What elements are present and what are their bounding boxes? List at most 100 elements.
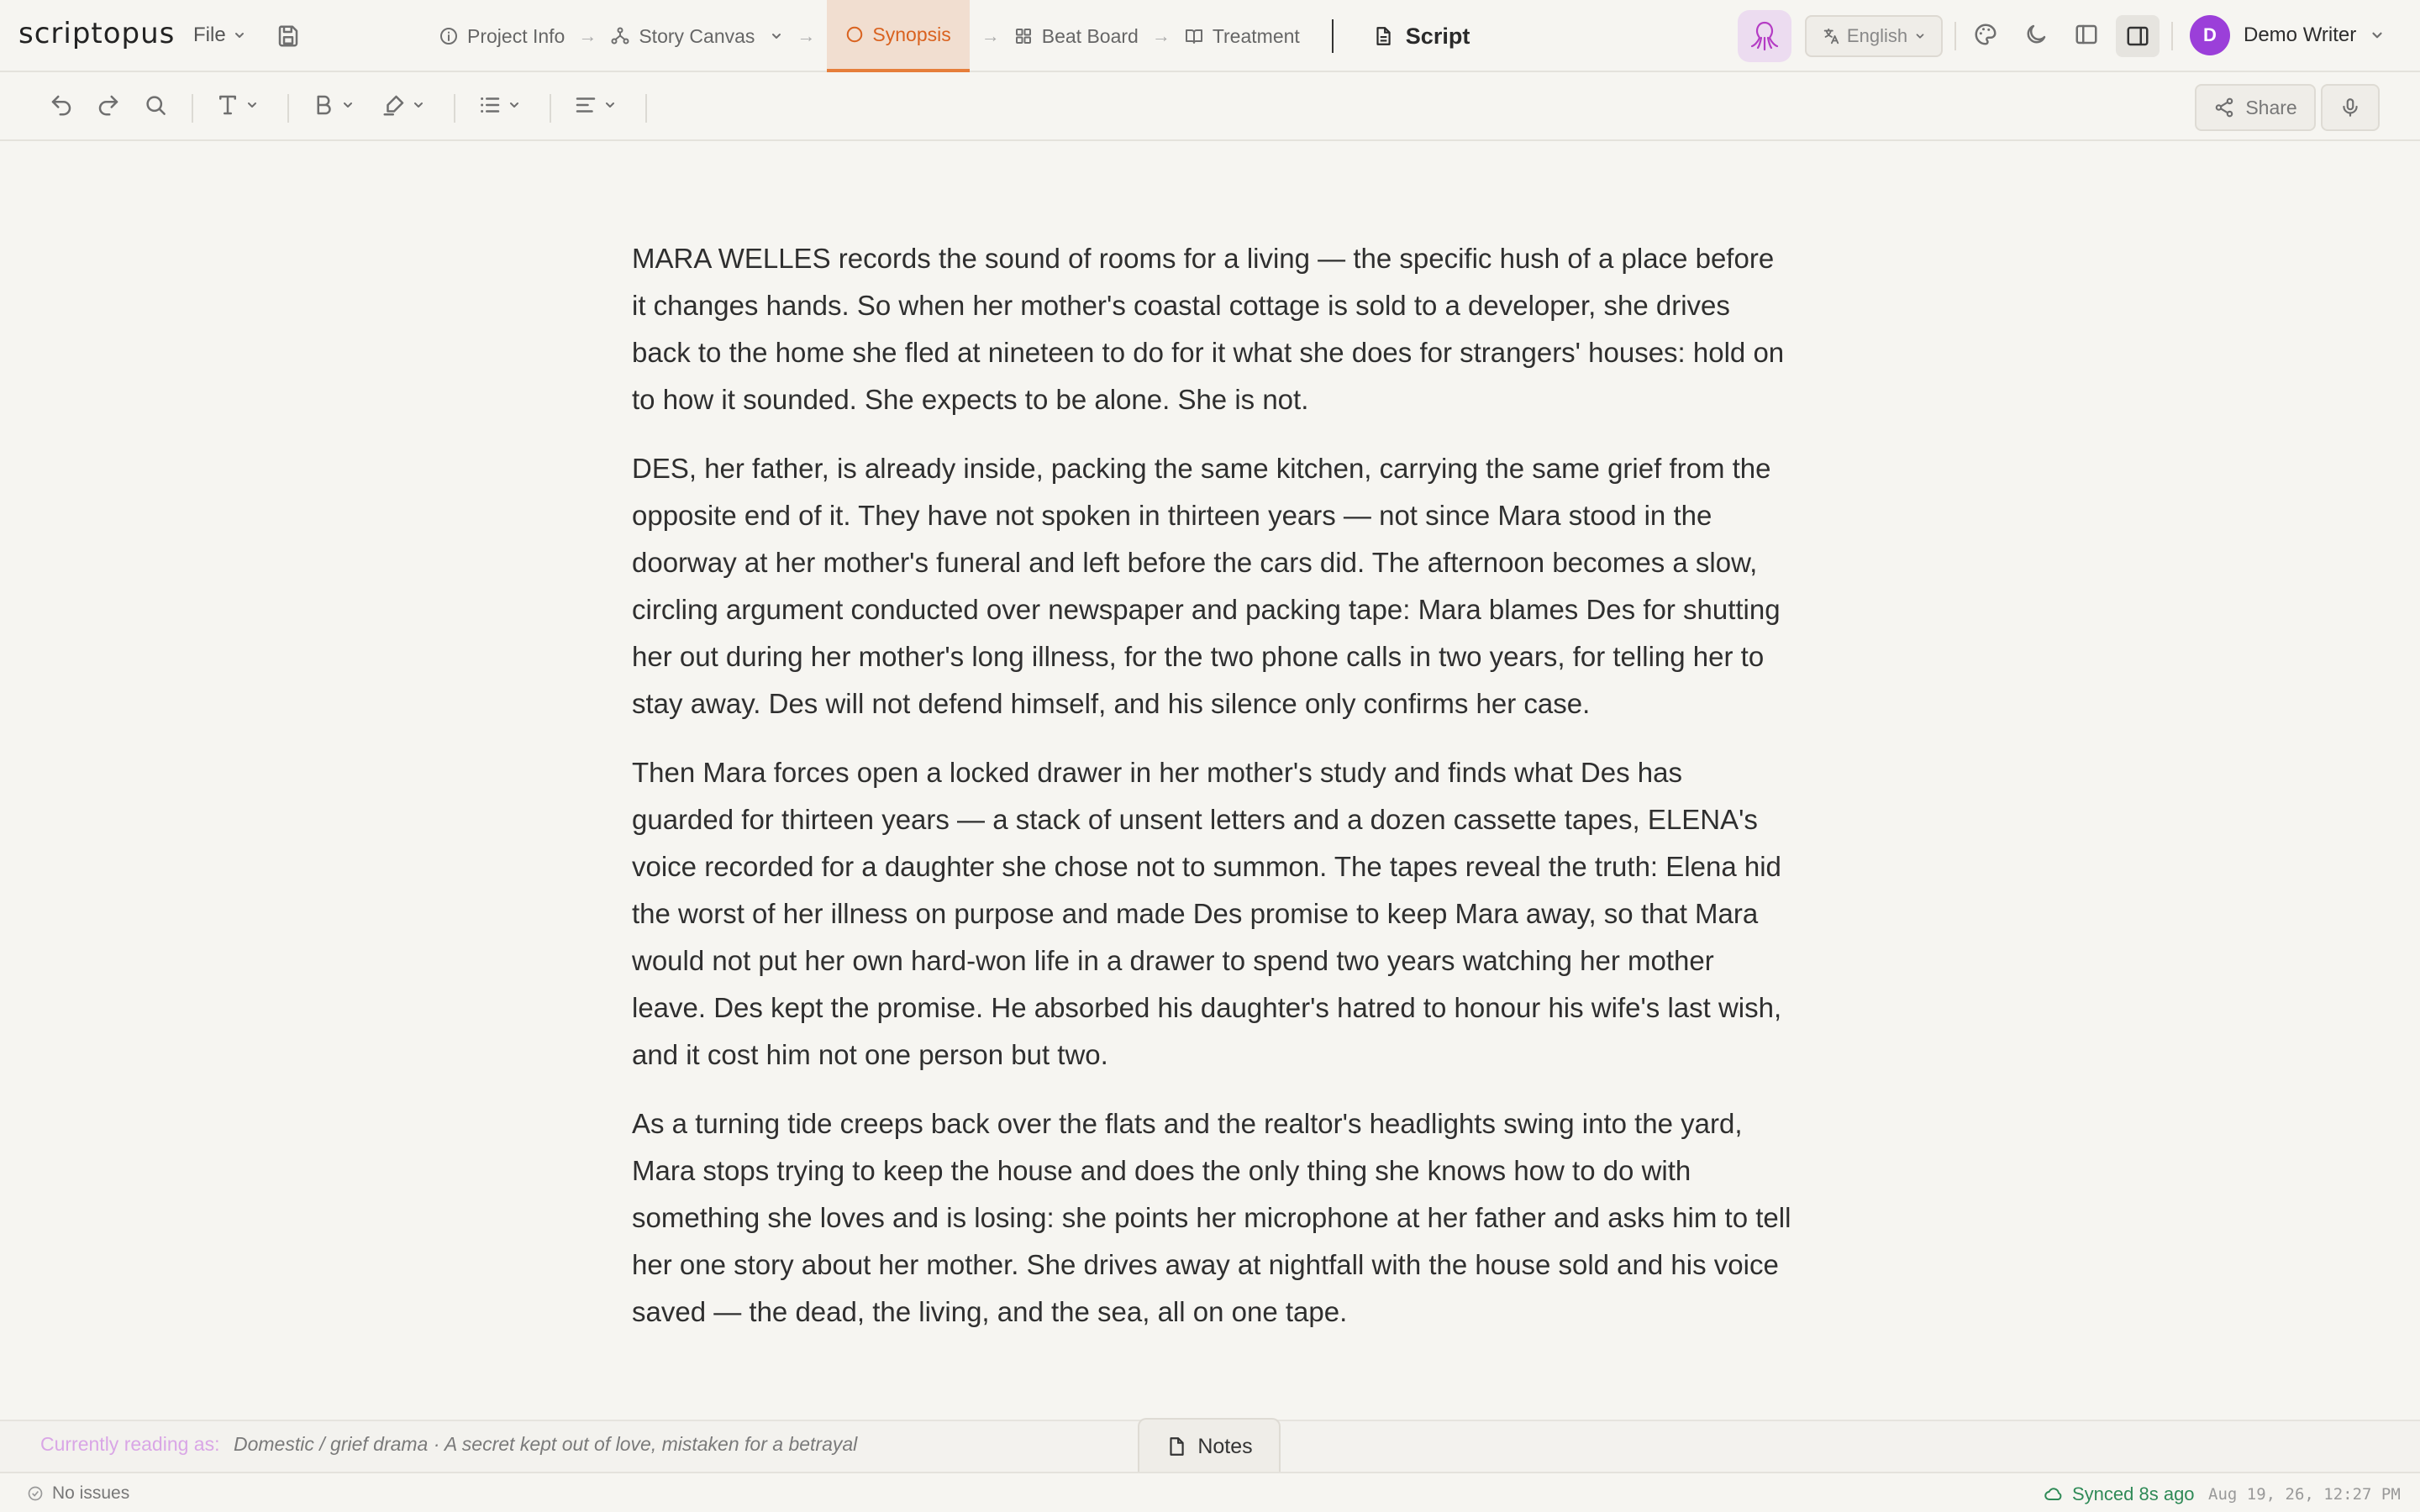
highlighter-icon xyxy=(383,95,404,116)
editor-toolbar: Share xyxy=(0,74,2420,141)
sidebar-right-icon xyxy=(2127,26,2149,46)
tab-beat-board[interactable]: Beat Board xyxy=(1012,0,1140,72)
workflow-arrow: → xyxy=(797,25,816,46)
share-icon xyxy=(2216,97,2233,118)
document-icon xyxy=(1376,27,1391,45)
text-style-dropdown[interactable] xyxy=(215,92,259,118)
cloud-icon xyxy=(2044,1488,2062,1500)
octopus-icon xyxy=(1750,21,1779,51)
app-logo[interactable]: scriptopus xyxy=(18,17,175,50)
avatar: D xyxy=(2190,15,2230,55)
chevron-down-icon xyxy=(234,33,244,38)
chevron-down-icon xyxy=(414,102,423,108)
tab-label: Project Info xyxy=(467,24,566,47)
dark-mode-toggle[interactable] xyxy=(2023,22,2049,47)
workflow-nav: Project Info → Story Canvas → Synopsis →… xyxy=(437,0,1470,72)
top-bar: scriptopus File Project Info → Story Can… xyxy=(0,0,2420,72)
save-button[interactable] xyxy=(276,24,301,49)
undo-button[interactable] xyxy=(49,92,74,118)
chevron-down-icon xyxy=(772,34,781,39)
align-dropdown[interactable] xyxy=(573,92,617,118)
undo-icon xyxy=(51,95,71,116)
chevron-down-icon xyxy=(248,102,256,108)
check-circle-icon xyxy=(28,1486,43,1501)
list-icon xyxy=(481,97,500,113)
divider xyxy=(645,94,647,123)
align-left-icon xyxy=(576,97,596,113)
sync-status: Synced 8s ago xyxy=(2044,1483,2195,1505)
book-icon xyxy=(1185,29,1202,44)
tab-treatment[interactable]: Treatment xyxy=(1182,0,1302,72)
save-icon xyxy=(278,25,298,47)
network-icon xyxy=(611,27,629,45)
divider xyxy=(1954,22,1956,50)
tab-story-canvas[interactable]: Story Canvas xyxy=(608,0,785,72)
divider xyxy=(550,94,551,123)
language-label: English xyxy=(1846,25,1908,46)
tab-label: Synopsis xyxy=(872,23,951,45)
synopsis-paragraph[interactable]: DES, her father, is already inside, pack… xyxy=(632,445,1791,727)
divider xyxy=(1331,19,1334,53)
file-menu[interactable]: File xyxy=(193,24,246,47)
theme-palette-button[interactable] xyxy=(1973,22,1998,47)
tab-script[interactable]: Script xyxy=(1372,24,1470,50)
synopsis-paragraph[interactable]: MARA WELLES records the sound of rooms f… xyxy=(632,235,1791,423)
status-bar: No issues Synced 8s ago Aug 19, 26, 12:2… xyxy=(0,1472,2420,1512)
synopsis-paragraph[interactable]: Then Mara forces open a locked drawer in… xyxy=(632,749,1791,1079)
notes-label: Notes xyxy=(1197,1434,1253,1458)
find-button[interactable] xyxy=(143,92,168,118)
microphone-icon xyxy=(2343,98,2358,117)
workflow-arrow: → xyxy=(981,25,1000,46)
language-select[interactable]: English xyxy=(1805,15,1943,57)
search-icon xyxy=(146,96,166,115)
sync-label: Synced 8s ago xyxy=(2072,1483,2195,1504)
chevron-down-icon xyxy=(606,102,614,108)
issues-label: No issues xyxy=(52,1483,130,1503)
left-panel-toggle[interactable] xyxy=(2074,22,2099,47)
assistant-button[interactable] xyxy=(1738,10,1791,62)
divider xyxy=(454,94,455,123)
file-icon xyxy=(1170,1437,1185,1456)
right-panel-toggle[interactable] xyxy=(2116,15,2160,57)
bold-icon xyxy=(317,95,331,115)
redo-icon xyxy=(98,95,118,116)
list-dropdown[interactable] xyxy=(477,92,521,118)
workflow-arrow: → xyxy=(578,25,597,46)
info-icon xyxy=(440,28,457,45)
issues-indicator[interactable]: No issues xyxy=(27,1483,129,1504)
tab-label: Script xyxy=(1405,23,1470,49)
tab-label: Story Canvas xyxy=(639,24,755,47)
tab-project-info[interactable]: Project Info xyxy=(437,0,566,72)
dictation-button[interactable] xyxy=(2321,84,2380,131)
text-icon xyxy=(219,95,236,115)
highlight-dropdown[interactable] xyxy=(381,92,425,118)
file-menu-label: File xyxy=(193,24,226,46)
tab-label: Treatment xyxy=(1212,24,1300,47)
palette-icon xyxy=(1975,24,1996,45)
reading-mode-value[interactable]: Domestic / grief drama · A secret kept o… xyxy=(234,1433,857,1456)
divider xyxy=(287,94,289,123)
user-menu[interactable]: D Demo Writer xyxy=(2190,15,2385,55)
tab-synopsis[interactable]: Synopsis xyxy=(827,0,970,72)
sidebar-left-icon xyxy=(2075,24,2097,45)
moon-icon xyxy=(2027,24,2046,44)
circle-icon xyxy=(847,26,863,43)
redo-button[interactable] xyxy=(96,92,121,118)
chevron-down-icon xyxy=(344,102,352,108)
grid-icon xyxy=(1015,29,1031,44)
workflow-arrow: → xyxy=(1151,25,1171,46)
user-name: Demo Writer xyxy=(2244,24,2357,46)
bold-dropdown[interactable] xyxy=(311,92,355,118)
chevron-down-icon xyxy=(1916,34,1924,39)
timestamp: Aug 19, 26, 12:27 PM xyxy=(2208,1485,2401,1504)
translate-icon xyxy=(1823,28,1839,45)
synopsis-paragraph[interactable]: As a turning tide creeps back over the f… xyxy=(632,1100,1791,1336)
divider xyxy=(192,94,193,123)
tab-label: Beat Board xyxy=(1041,24,1139,47)
divider xyxy=(2171,22,2173,50)
chevron-down-icon xyxy=(2372,32,2382,39)
share-button[interactable]: Share xyxy=(2195,84,2316,131)
notes-button[interactable]: Notes xyxy=(1138,1418,1281,1473)
chevron-down-icon xyxy=(510,102,518,108)
synopsis-editor[interactable]: MARA WELLES records the sound of rooms f… xyxy=(632,235,1791,1357)
